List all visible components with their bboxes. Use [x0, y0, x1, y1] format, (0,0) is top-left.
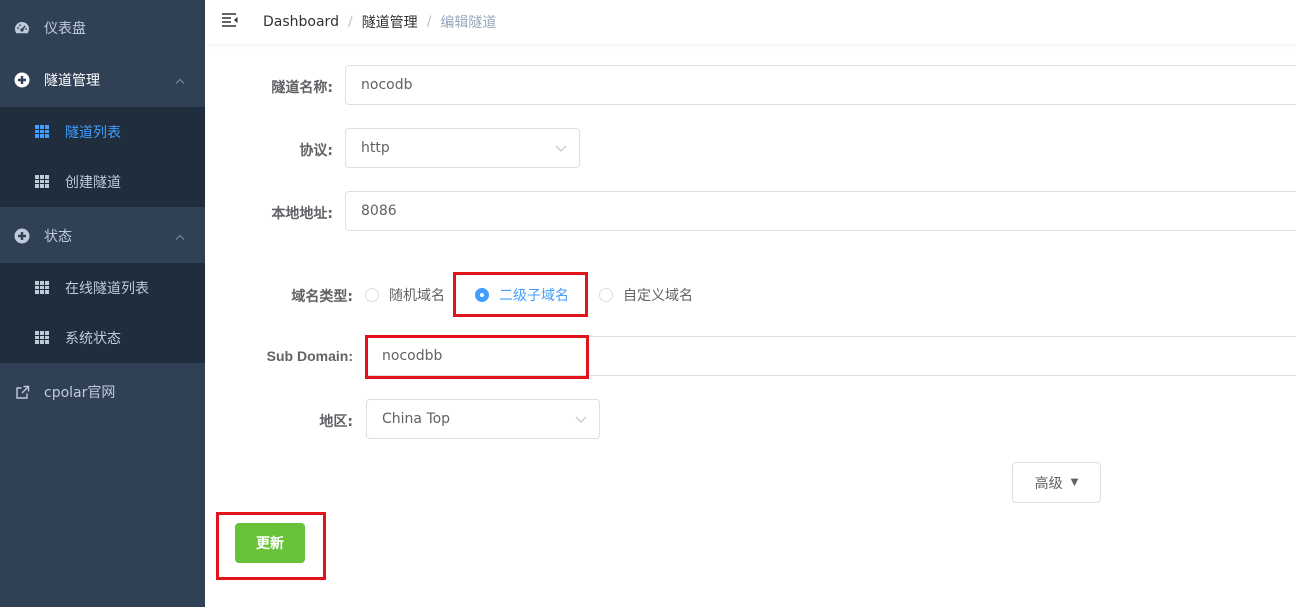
- grid-icon: [35, 331, 49, 345]
- region-label: 地区:: [319, 414, 353, 430]
- sidebar-item-dashboard[interactable]: 仪表盘: [0, 0, 205, 56]
- sidebar-item-label: 隧道列表: [65, 125, 121, 141]
- tunnel-icon: [14, 72, 30, 88]
- breadcrumb: Dashboard / 隧道管理 / 编辑隧道: [263, 12, 496, 32]
- protocol-value: http: [361, 140, 390, 156]
- hamburger-icon[interactable]: [221, 12, 239, 28]
- protocol-select[interactable]: http: [345, 128, 580, 168]
- chevron-down-icon: [555, 140, 567, 156]
- radio-random-domain[interactable]: 随机域名: [365, 285, 445, 305]
- sidebar: 仪表盘 隧道管理 隧道列表 创建隧道 状态 在线隧道列表 系统状态 cpolar…: [0, 0, 205, 607]
- protocol-label: 协议:: [299, 143, 333, 159]
- sidebar-item-cpolar-site[interactable]: cpolar官网: [0, 364, 205, 420]
- sidebar-item-label: 系统状态: [65, 331, 121, 347]
- grid-icon: [35, 281, 49, 295]
- external-link-icon: [14, 384, 30, 400]
- sidebar-item-system-status[interactable]: 系统状态: [0, 313, 205, 363]
- radio-label: 二级子域名: [499, 288, 569, 304]
- breadcrumb-tunnel-management[interactable]: 隧道管理: [362, 12, 418, 32]
- caret-down-icon: ▼: [1070, 477, 1079, 488]
- status-icon: [14, 228, 30, 244]
- grid-icon: [35, 125, 49, 139]
- chevron-up-icon: [175, 72, 185, 88]
- breadcrumb-separator: /: [347, 14, 353, 30]
- chevron-up-icon: [175, 228, 185, 244]
- advanced-label: 高级: [1034, 475, 1063, 492]
- advanced-button[interactable]: 高级 ▼: [1012, 462, 1101, 503]
- dashboard-icon: [14, 20, 30, 36]
- radio-circle: [599, 288, 613, 302]
- sidebar-item-label: 隧道管理: [44, 73, 100, 89]
- radio-subdomain[interactable]: 二级子域名: [475, 285, 569, 305]
- chevron-down-icon: [575, 411, 587, 427]
- tunnel-name-input[interactable]: nocodb: [345, 65, 1296, 105]
- sidebar-item-status[interactable]: 状态: [0, 208, 205, 264]
- radio-circle: [475, 288, 489, 302]
- sidebar-item-label: 仪表盘: [44, 21, 86, 37]
- radio-custom-domain[interactable]: 自定义域名: [599, 285, 693, 305]
- sidebar-item-label: 状态: [44, 229, 72, 245]
- region-select[interactable]: China Top: [366, 399, 600, 439]
- update-button[interactable]: 更新: [235, 523, 305, 563]
- radio-circle: [365, 288, 379, 302]
- sidebar-item-label: cpolar官网: [44, 385, 116, 401]
- sidebar-item-create-tunnel[interactable]: 创建隧道: [0, 157, 205, 207]
- local-address-label: 本地地址:: [271, 206, 333, 222]
- domain-type-label: 域名类型:: [291, 289, 353, 305]
- region-value: China Top: [382, 411, 451, 427]
- sub-domain-input[interactable]: nocodbb: [366, 336, 1296, 376]
- radio-label: 随机域名: [389, 288, 445, 304]
- top-navbar: Dashboard / 隧道管理 / 编辑隧道: [205, 0, 1296, 44]
- sidebar-item-label: 创建隧道: [65, 175, 121, 191]
- sub-domain-label: Sub Domain:: [266, 348, 353, 364]
- tunnel-name-label: 隧道名称:: [271, 80, 333, 96]
- breadcrumb-separator: /: [426, 14, 432, 30]
- radio-label: 自定义域名: [623, 288, 693, 304]
- breadcrumb-edit-tunnel: 编辑隧道: [440, 15, 497, 31]
- local-address-input[interactable]: 8086: [345, 191, 1296, 231]
- sidebar-item-tunnel-list[interactable]: 隧道列表: [0, 107, 205, 157]
- sidebar-item-tunnel-management[interactable]: 隧道管理: [0, 52, 205, 108]
- breadcrumb-dashboard[interactable]: Dashboard: [263, 14, 339, 30]
- sidebar-item-label: 在线隧道列表: [65, 281, 149, 297]
- grid-icon: [35, 175, 49, 189]
- sidebar-item-online-tunnels[interactable]: 在线隧道列表: [0, 263, 205, 313]
